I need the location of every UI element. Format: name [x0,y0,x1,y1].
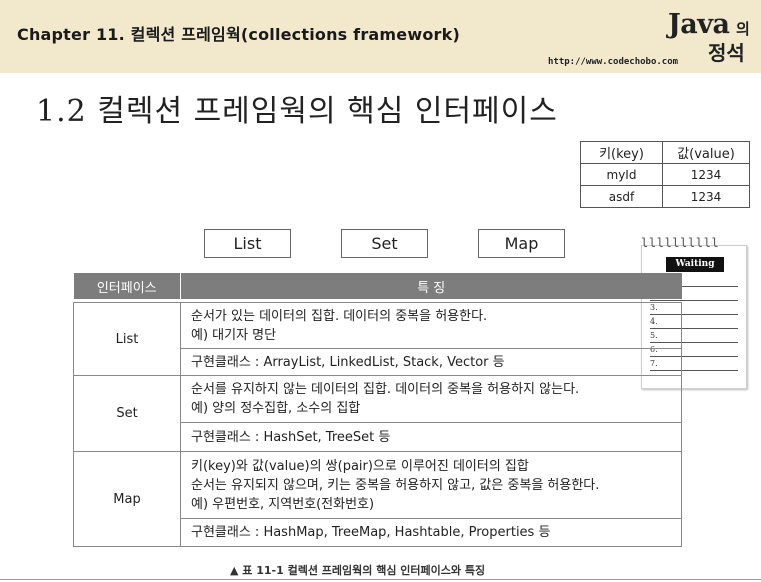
feature-desc: 키(key)와 값(value)의 쌍(pair)으로 이루어진 데이터의 집합… [180,451,682,519]
key-value-table: 키(key) 값(value) myId 1234 asdf 1234 [580,141,750,208]
feature-line: 순서를 유지하지 않는 데이터의 집합. 데이터의 중복을 허용하지 않는다. [191,382,580,398]
kv-row: myId 1234 [580,163,750,186]
jeongseok-logo: 정석 [708,41,745,65]
feature-line: 순서가 있는 데이터의 집합. 데이터의 중복을 허용한다. [191,308,488,324]
table-row: Map 키(key)와 값(value)의 쌍(pair)으로 이루어진 데이터… [73,451,682,547]
table-row: Set 순서를 유지하지 않는 데이터의 집합. 데이터의 중복을 허용하지 않… [73,374,682,452]
kv-key-cell: myId [580,163,663,186]
header-band: Chapter 11. 컬렉션 프레임웍(collections framewo… [0,0,761,73]
java-logo-suffix: 의 [736,20,750,38]
interface-name-list: List [73,302,181,376]
table-row: List 순서가 있는 데이터의 집합. 데이터의 중복을 허용한다. 예) 대… [73,302,682,376]
table-header-row: 인터페이스 특 징 [73,273,682,299]
tab-list[interactable]: List [204,229,291,258]
kv-header-row: 키(key) 값(value) [580,141,750,164]
kv-row: asdf 1234 [580,185,750,208]
notepad-rings: llllllllll [641,236,720,250]
kv-header-key: 키(key) [580,141,663,164]
impl-classes: 구현클래스 : HashSet, TreeSet 등 [180,422,682,452]
java-logo: Java [668,9,730,40]
feature-line: 키(key)와 값(value)의 쌍(pair)으로 이루어진 데이터의 집합 [191,458,529,474]
header-features: 특 징 [180,273,682,299]
waiting-list-title: Waiting List [666,257,724,284]
header-interface: 인터페이스 [73,273,181,299]
tab-map[interactable]: Map [478,229,565,258]
feature-line: 예) 우편번호, 지역번호(전화번호) [191,496,375,512]
impl-classes: 구현클래스 : HashMap, TreeMap, Hashtable, Pro… [180,518,682,547]
interface-name-set: Set [73,375,181,452]
feature-line: 예) 양의 정수집합, 소수의 집합 [191,401,361,417]
interfaces-table: 인터페이스 특 징 List 순서가 있는 데이터의 집합. 데이터의 중복을 … [73,273,682,547]
table-caption: ▲ 표 11-1 컬렉션 프레임웍의 핵심 인터페이스와 특징 [230,564,486,577]
interface-name-map: Map [73,451,181,547]
feature-line: 예) 대기자 명단 [191,327,277,343]
feature-desc: 순서가 있는 데이터의 집합. 데이터의 중복을 허용한다. 예) 대기자 명단 [180,302,682,349]
chapter-title: Chapter 11. 컬렉션 프레임웍(collections framewo… [17,25,460,44]
kv-value-cell: 1234 [662,185,750,208]
feature-desc: 순서를 유지하지 않는 데이터의 집합. 데이터의 중복을 허용하지 않는다. … [180,374,682,424]
impl-classes: 구현클래스 : ArrayList, LinkedList, Stack, Ve… [180,348,682,376]
kv-header-value: 값(value) [662,141,750,164]
kv-value-cell: 1234 [662,163,750,186]
page-title: 1.2 컬렉션 프레임웍의 핵심 인터페이스 [36,94,558,129]
site-url: http://www.codechobo.com [548,57,679,67]
feature-line: 순서는 유지되지 않으며, 키는 중복을 허용하지 않고, 값은 중복을 허용한… [191,477,600,493]
bottom-divider [0,579,761,580]
kv-key-cell: asdf [580,185,663,208]
tab-set[interactable]: Set [341,229,428,258]
